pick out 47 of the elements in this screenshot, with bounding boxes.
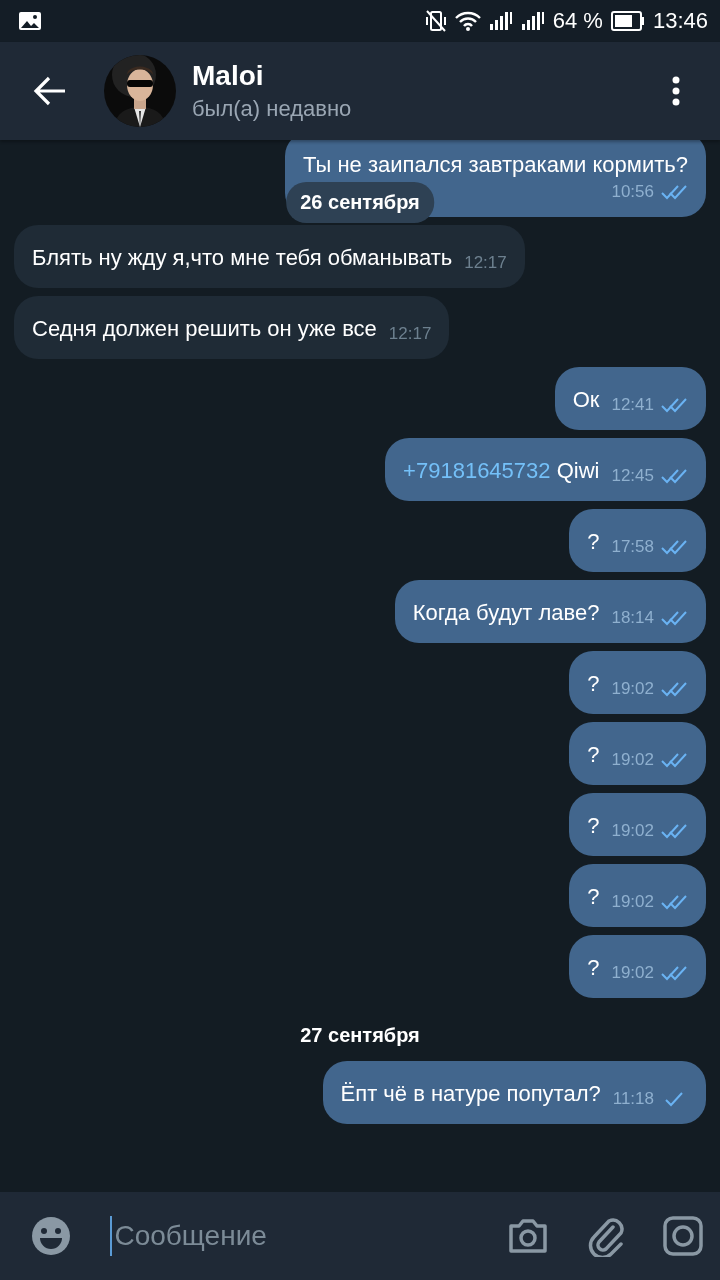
message-text: Седня должен решить он уже все [32,315,377,343]
message-time: 12:17 [464,253,507,273]
message-text: ? [587,812,600,840]
signal-icon [520,11,545,31]
message-time: 17:58 [611,537,654,557]
message-text: ? [587,954,600,982]
message-text: ? [587,741,600,769]
phone-link[interactable]: +79181645732 [403,458,551,483]
signal-icon [488,11,513,31]
message-text: ? [587,528,600,556]
message-time: 19:02 [611,963,654,983]
message-text: Ок [572,386,600,414]
contact-name: Maloi [192,60,265,92]
message-input-bar[interactable]: Сообщение [0,1192,720,1280]
more-menu-icon [672,76,680,106]
image-icon [18,11,42,31]
message-text: Блять ну жду я,что мне тебя обманывать [32,244,453,272]
message-text: Ты не заипался завтраками кормить? [303,151,688,179]
message-text: Ёпт чё в натуре попутал? [340,1080,601,1108]
message-time: 19:02 [611,892,654,912]
wifi-icon [454,11,481,31]
message-text: Qiwi [556,458,600,483]
message-time: 11:18 [612,1089,654,1109]
message-time: 18:14 [611,608,654,628]
message-time: 12:17 [388,324,432,344]
date-badge: 26 сентября [286,182,434,223]
message-time: 10:56 [611,182,654,202]
clock: 13:46 [652,8,708,34]
message-text: ? [587,883,600,911]
message-time: 19:02 [611,750,654,770]
message-time: 12:41 [611,395,654,415]
last-seen-status: был(а) недавно [192,96,353,122]
back-arrow-icon [33,76,67,106]
message-input[interactable]: Сообщение [112,1212,476,1260]
battery-icon [610,11,645,31]
message-time: 19:02 [611,679,654,699]
camera-icon [507,1217,550,1255]
paperclip-icon [586,1215,625,1257]
battery-percent: 64 % [552,8,603,34]
smiley-icon [29,1215,72,1257]
message-time: 12:45 [611,466,654,486]
message-text: ? [587,670,600,698]
rounded-square-icon [663,1216,704,1256]
message-time: 19:02 [611,821,654,841]
date-label: 27 сентября [300,1024,420,1047]
message-text: Когда будут лаве? [412,599,600,627]
vibrate-off-icon [424,9,447,33]
